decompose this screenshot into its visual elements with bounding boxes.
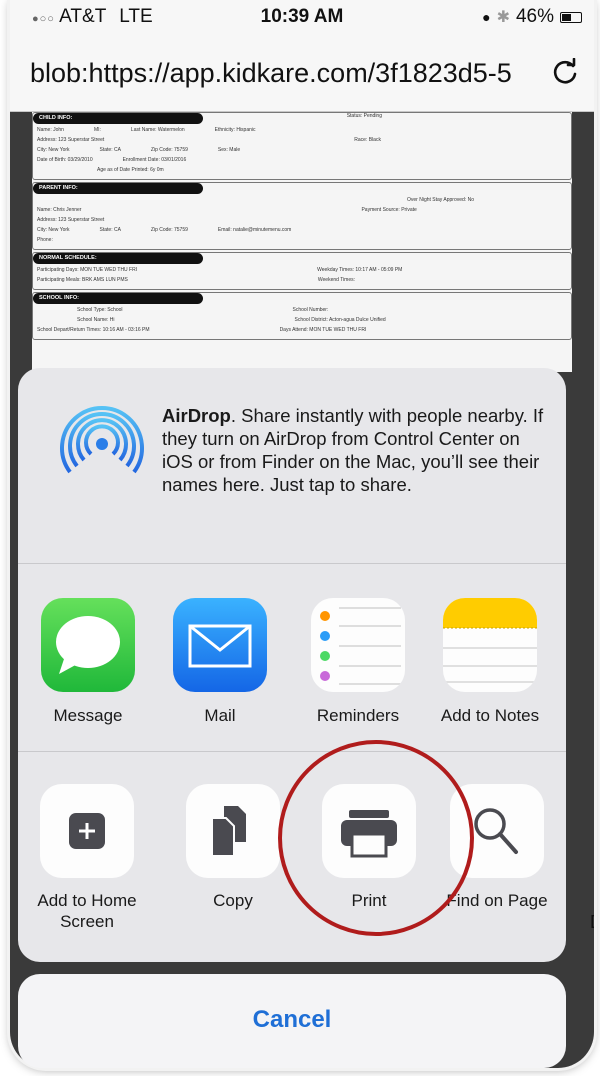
- notes-icon: [443, 598, 537, 692]
- share-app-label: Message: [53, 706, 123, 725]
- status-bar: ●○○ AT&T LTE 10:39 AM ● ✱ 46%: [10, 0, 594, 36]
- airdrop-title: AirDrop: [162, 405, 231, 426]
- action-label: Add to Home Screen: [37, 891, 137, 931]
- status-indicators: ● ✱ 46%: [482, 6, 582, 28]
- doc-row: Participating Days: MON TUE WED THU FRI W…: [37, 267, 403, 273]
- add-home-screen-icon: [40, 784, 134, 878]
- section-heading: SCHOOL INFO:: [33, 293, 203, 304]
- share-app-notes[interactable]: Add to Notes: [430, 598, 550, 726]
- address-bar[interactable]: blob:https://app.kidkare.com/3f1823d5-5: [30, 50, 582, 96]
- doc-row: City: New York State: CA Zip Code: 75759 Em…: [37, 227, 292, 233]
- messages-icon: [41, 598, 135, 692]
- alarm-icon: ●: [482, 9, 491, 25]
- airdrop-panel[interactable]: AirDrop. Share instantly with people nea…: [18, 368, 566, 564]
- battery-icon: [560, 11, 582, 23]
- action-label: Copy: [213, 891, 253, 910]
- browser-chrome: ●○○ AT&T LTE 10:39 AM ● ✱ 46% blob:https…: [10, 0, 594, 112]
- child-info-document: Status: Pending CHILD INFO: Name: John MI…: [32, 112, 572, 372]
- cancel-label: Cancel: [252, 1006, 332, 1033]
- doc-row: Over Night Stay Approved: No: [407, 197, 474, 203]
- bluetooth-icon: ✱: [496, 9, 510, 26]
- child-info-section: CHILD INFO: Name: John MI: Last Name: Wate…: [32, 112, 572, 180]
- section-heading: NORMAL SCHEDULE:: [33, 253, 203, 264]
- reload-icon[interactable]: [552, 58, 580, 86]
- copy-icon: [186, 784, 280, 878]
- doc-row: School Name: Hi School District: Acton-ag…: [77, 317, 386, 323]
- section-heading: PARENT INFO:: [33, 183, 203, 194]
- airdrop-description: AirDrop. Share instantly with people nea…: [162, 404, 552, 496]
- mail-icon: [173, 598, 267, 692]
- share-app-label: Mail: [204, 706, 236, 725]
- battery-percent: 46%: [515, 6, 554, 27]
- right-edge-fragment: D: [590, 912, 594, 933]
- doc-row: School Type: School School Number:: [77, 307, 329, 313]
- share-app-mail[interactable]: Mail: [160, 598, 280, 726]
- doc-row: School Depart/Return Times: 10:16 AM - 0…: [37, 327, 367, 333]
- doc-row: Address: 123 Superstar Street Race: Black: [37, 137, 381, 143]
- doc-row: Date of Birth: 03/29/2010 Enrollment Date…: [37, 157, 187, 163]
- battery-fill: [562, 13, 572, 21]
- share-app-label: Reminders: [316, 706, 400, 725]
- doc-row: Phone:: [37, 237, 53, 243]
- cancel-button[interactable]: Cancel: [18, 974, 566, 1068]
- reminders-icon: [311, 598, 405, 692]
- share-app-label: Add to Notes: [440, 706, 540, 725]
- doc-row: City: New York State: CA Zip Code: 75759 Se…: [37, 147, 241, 153]
- doc-row: Participating Meals: BRK AMS LUN PMS Week…: [37, 277, 356, 283]
- share-app-reminders[interactable]: Reminders: [298, 598, 418, 726]
- doc-row: Name: John MI: Last Name: Watermelon Ethnic…: [37, 127, 256, 133]
- school-info-section: SCHOOL INFO: School Type: School School N…: [32, 292, 572, 340]
- normal-schedule-section: NORMAL SCHEDULE: Participating Days: MON…: [32, 252, 572, 290]
- doc-row: Address: 123 Superstar Street: [37, 217, 105, 223]
- share-apps-row: Message Mail Reminders Add to Notes: [18, 564, 566, 752]
- doc-row: Name: Chris Jenner Payment Source: Privat…: [37, 207, 417, 213]
- airdrop-icon: [60, 406, 144, 474]
- url-text: blob:https://app.kidkare.com/3f1823d5-5: [30, 57, 512, 88]
- parent-info-section: PARENT INFO: Over Night Stay Approved: N…: [32, 182, 572, 250]
- section-heading: CHILD INFO:: [33, 113, 203, 124]
- action-add-to-home-screen[interactable]: Add to Home Screen: [22, 784, 152, 932]
- print-highlight-circle: [278, 740, 474, 936]
- share-app-message[interactable]: Message: [28, 598, 148, 726]
- doc-row: Age as of Date Printed: 6y 0m: [97, 167, 164, 173]
